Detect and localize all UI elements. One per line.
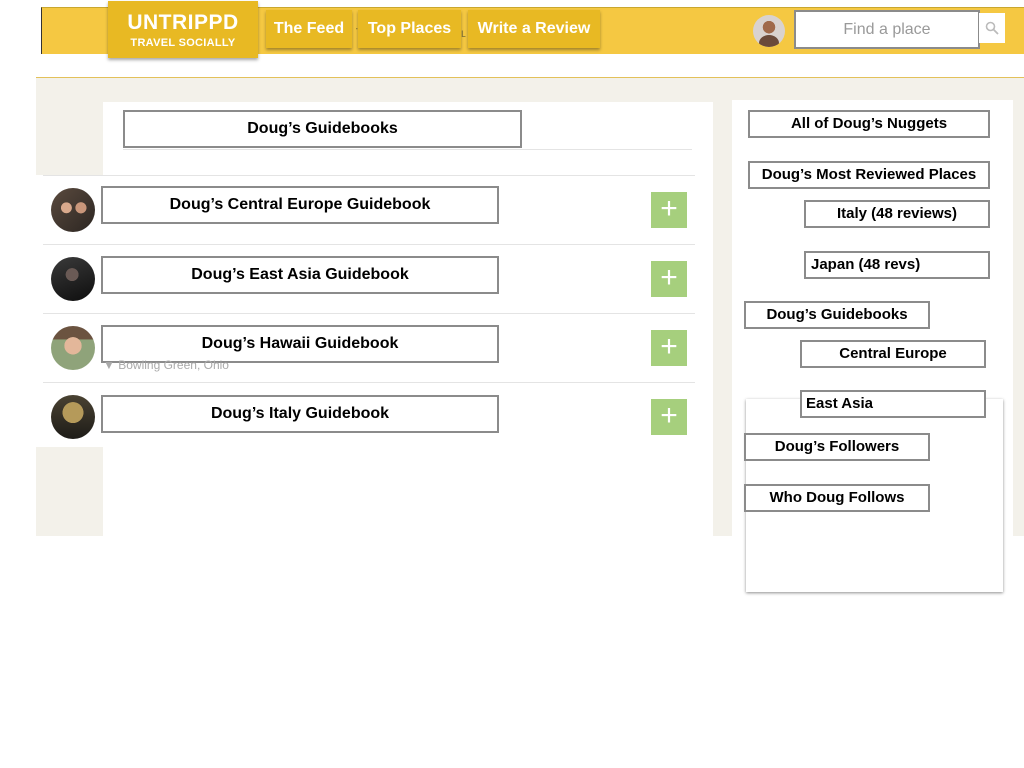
guidebook-central-europe-link[interactable]: Doug’s Central Europe Guidebook (101, 186, 499, 224)
location-label: ▼ Bowling Green, Ohio (103, 358, 229, 372)
row-divider (43, 244, 695, 245)
sidebar-guidebooks-heading[interactable]: Doug’s Guidebooks (744, 301, 930, 329)
logo-tagline: TRAVEL SOCIALLY (130, 37, 236, 49)
nav-top-places-button[interactable]: Top Places (358, 10, 461, 48)
user-avatar[interactable] (753, 15, 785, 47)
title-divider (123, 149, 692, 150)
following-link[interactable]: Who Doug Follows (744, 484, 930, 512)
guidebook-avatar[interactable] (51, 326, 95, 370)
plus-icon[interactable]: + (651, 192, 687, 228)
guidebook-italy-link[interactable]: Doug’s Italy Guidebook (101, 395, 499, 433)
nav-the-feed-button[interactable]: The Feed (266, 10, 352, 48)
nav-separator: ʟ (461, 26, 466, 40)
search-icon[interactable] (979, 13, 1005, 43)
all-nuggets-link[interactable]: All of Doug’s Nuggets (748, 110, 990, 138)
row-divider (43, 382, 695, 383)
page-title: Doug’s Guidebooks (123, 110, 522, 148)
followers-link[interactable]: Doug’s Followers (744, 433, 930, 461)
guidebook-avatar[interactable] (51, 188, 95, 232)
plus-icon[interactable]: + (651, 261, 687, 297)
logo[interactable]: UNTRIPPD TRAVEL SOCIALLY (108, 1, 258, 58)
location-text: Bowling Green, Ohio (118, 358, 229, 372)
nav-write-review-button[interactable]: Write a Review (468, 10, 600, 48)
map-pin-icon: ▼ (103, 358, 115, 372)
sidebar-guidebook-east-asia[interactable]: East Asia (800, 390, 986, 418)
row-divider (43, 313, 695, 314)
row-divider (43, 175, 695, 176)
reviewed-place-japan[interactable]: Japan (48 revs) (804, 251, 990, 279)
most-reviewed-heading[interactable]: Doug’s Most Reviewed Places (748, 161, 990, 189)
reviewed-place-italy[interactable]: Italy (48 reviews) (804, 200, 990, 228)
plus-icon[interactable]: + (651, 330, 687, 366)
guidebook-avatar[interactable] (51, 395, 95, 439)
search-input[interactable]: Find a place (794, 10, 980, 49)
guidebook-avatar[interactable] (51, 257, 95, 301)
logo-title: UNTRIPPD (127, 11, 239, 34)
sidebar-guidebook-central-europe[interactable]: Central Europe (800, 340, 986, 368)
guidebook-east-asia-link[interactable]: Doug’s East Asia Guidebook (101, 256, 499, 294)
plus-icon[interactable]: + (651, 399, 687, 435)
